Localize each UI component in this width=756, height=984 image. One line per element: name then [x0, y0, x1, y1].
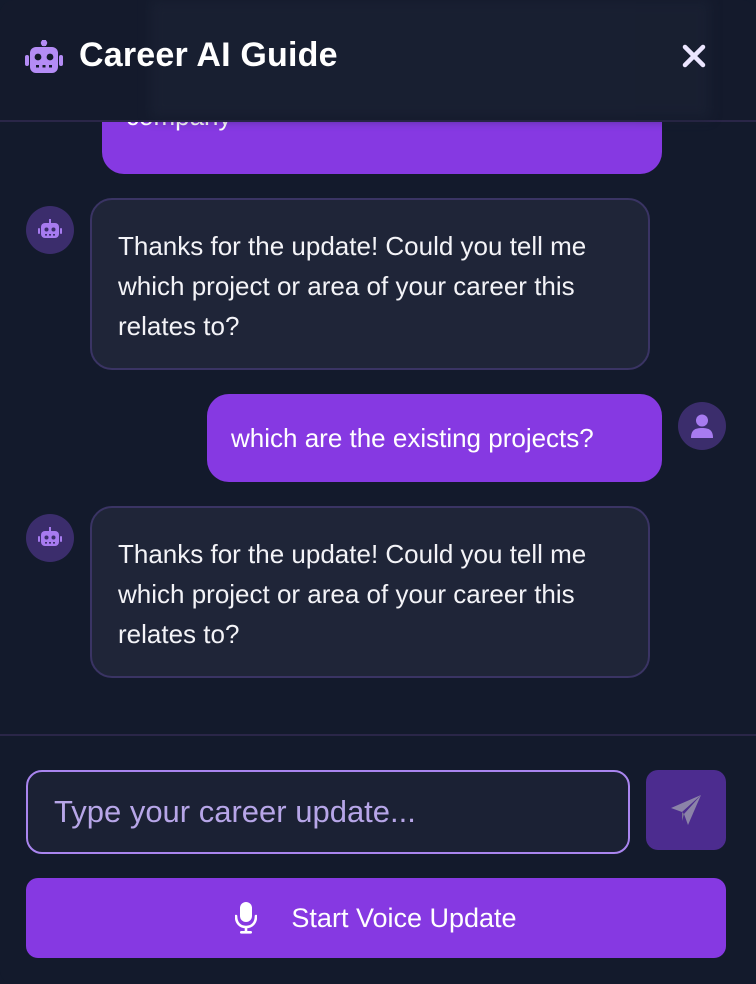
- bot-message-text: Thanks for the update! Could you tell me…: [118, 539, 587, 649]
- close-icon: [682, 44, 706, 68]
- career-update-input[interactable]: [26, 770, 630, 854]
- user-message-text: company: [126, 120, 232, 136]
- robot-icon: [25, 40, 63, 73]
- microphone-icon: [235, 902, 258, 934]
- composer: Start Voice Update: [0, 734, 756, 984]
- chat-header: Career AI Guide: [0, 0, 756, 122]
- user-icon: [691, 414, 713, 438]
- bot-message: Thanks for the update! Could you tell me…: [90, 506, 650, 678]
- bot-avatar: [26, 514, 74, 562]
- send-button[interactable]: [646, 770, 726, 850]
- message-list[interactable]: company Thanks for the update! Could you…: [0, 120, 756, 734]
- chat-panel: company Thanks for the update! Could you…: [0, 0, 756, 984]
- bot-message-text: Thanks for the update! Could you tell me…: [118, 231, 587, 341]
- robot-icon: [38, 219, 62, 238]
- bot-message: Thanks for the update! Could you tell me…: [90, 198, 650, 370]
- bot-avatar: [26, 206, 74, 254]
- user-avatar: [678, 402, 726, 450]
- chat-title: Career AI Guide: [79, 36, 338, 74]
- user-message: which are the existing projects?: [207, 394, 662, 482]
- start-voice-update-button[interactable]: Start Voice Update: [26, 878, 726, 958]
- voice-button-label: Start Voice Update: [291, 902, 517, 933]
- user-message: company: [102, 120, 662, 174]
- close-button[interactable]: [678, 40, 710, 72]
- robot-icon: [38, 527, 62, 546]
- paper-plane-icon: [671, 795, 701, 825]
- user-message-text: which are the existing projects?: [231, 423, 594, 453]
